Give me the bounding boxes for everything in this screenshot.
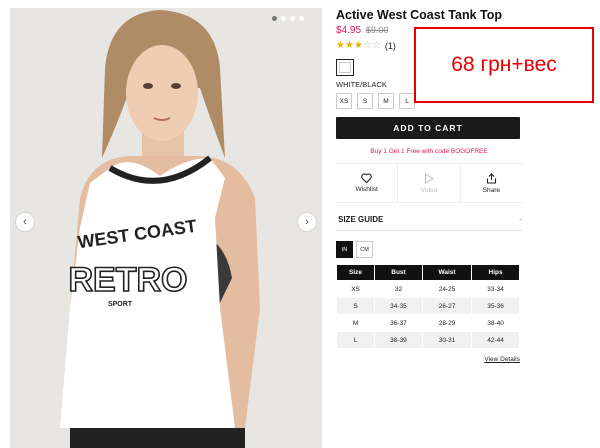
star-empty-icon: ☆ [371, 40, 381, 51]
size-option-s[interactable]: S [357, 93, 373, 109]
product-actions: Wishlist Video Share [336, 163, 522, 203]
product-image-gallery[interactable]: WEST COAST RETRO SPORT ‹ › [10, 8, 322, 448]
star-rating: ★★★☆☆ [336, 40, 381, 51]
table-cell: 38-39 [374, 331, 423, 349]
promo-message: Buy 1 Get 1 Free with code BOGOFREE [370, 148, 488, 155]
column-header-hips: Hips [471, 264, 520, 281]
slide-dot[interactable] [272, 16, 277, 21]
add-to-cart-button[interactable]: ADD TO CART [336, 117, 520, 139]
share-icon [486, 172, 496, 184]
video-button[interactable]: Video [397, 164, 459, 202]
original-price: $9.00 [365, 25, 389, 35]
slide-indicator [272, 16, 304, 21]
video-label: Video [420, 186, 438, 194]
table-cell: 24-25 [421, 280, 473, 298]
unit-toggle: IN CM [336, 241, 522, 258]
size-option-xs[interactable]: XS [336, 93, 352, 109]
unit-cm-button[interactable]: CM [356, 241, 373, 258]
annotation-text: 68 грн+вес [451, 53, 557, 76]
column-header-waist: Waist [421, 264, 473, 281]
wishlist-button[interactable]: Wishlist [336, 164, 397, 202]
table-cell: 36-37 [374, 314, 423, 332]
star-filled-icon: ★ [353, 40, 363, 51]
table-header-row: Size Bust Waist Hips [335, 264, 520, 281]
table-row: XS 32 24-25 33-34 [335, 280, 520, 298]
table-cell: 35-36 [471, 297, 520, 315]
shirt-print-line2: RETRO [69, 261, 188, 299]
table-cell: M [335, 314, 376, 332]
unit-inches-button[interactable]: IN [336, 241, 353, 258]
table-cell: XS [335, 280, 376, 298]
column-header-bust: Bust [374, 264, 423, 281]
table-cell: 42-44 [471, 331, 520, 349]
review-count[interactable]: (1) [385, 41, 396, 51]
previous-image-button[interactable]: ‹ [16, 213, 34, 231]
share-label: Share [482, 186, 500, 194]
size-option-m[interactable]: M [378, 93, 394, 109]
size-option-l[interactable]: L [399, 93, 415, 109]
table-cell: 30-31 [421, 331, 473, 349]
size-guide-title: SIZE GUIDE [338, 215, 384, 224]
size-guide-header[interactable]: SIZE GUIDE - [336, 211, 522, 231]
table-row: L 38-39 30-31 42-44 [335, 331, 520, 349]
chevron-right-icon: › [305, 216, 309, 228]
star-empty-icon: ☆ [362, 40, 372, 51]
column-header-size: Size [335, 264, 376, 281]
star-filled-icon: ★ [336, 40, 345, 51]
next-image-button[interactable]: › [298, 213, 316, 231]
table-row: M 36-37 28-29 38-40 [335, 314, 520, 332]
size-chart-table: Size Bust Waist Hips XS 32 24-25 33-34 S… [335, 264, 520, 349]
table-cell: 26-27 [421, 297, 473, 315]
product-title: Active West Coast Tank Top [336, 8, 503, 22]
wishlist-label: Wishlist [355, 186, 378, 193]
slide-dot[interactable] [281, 16, 286, 21]
chevron-left-icon: ‹ [23, 216, 27, 228]
slide-dot[interactable] [290, 16, 295, 21]
table-cell: 28-29 [421, 314, 473, 332]
table-cell: 34-35 [374, 297, 423, 315]
view-details-link[interactable]: View Details [336, 356, 522, 363]
table-cell: S [335, 297, 376, 315]
slide-dot[interactable] [299, 16, 304, 21]
table-cell: 32 [374, 280, 423, 298]
table-row: S 34-35 26-27 35-36 [335, 297, 520, 315]
heart-icon [361, 173, 372, 183]
price-annotation-box: 68 грн+вес [414, 27, 594, 103]
sale-price: $4.95 [336, 25, 362, 36]
table-cell: L [335, 331, 376, 349]
collapse-icon[interactable]: - [519, 215, 522, 224]
table-cell: 33-34 [471, 280, 520, 298]
share-button[interactable]: Share [459, 164, 522, 202]
star-filled-icon: ★ [344, 40, 354, 51]
product-photo: WEST COAST RETRO SPORT [10, 8, 322, 448]
play-icon [424, 172, 434, 184]
color-swatch-white-black[interactable] [336, 59, 354, 76]
shirt-print-line3: SPORT [108, 301, 133, 308]
table-cell: 38-40 [471, 314, 520, 332]
